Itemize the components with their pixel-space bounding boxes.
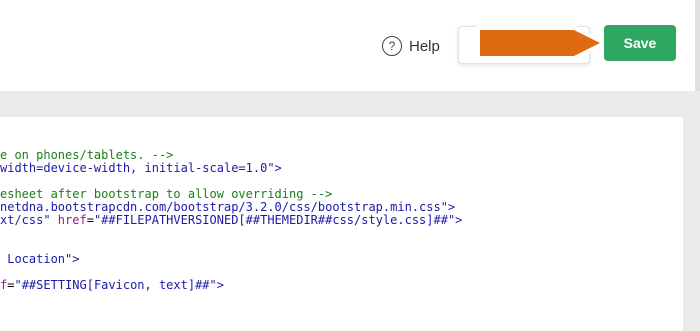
code-token: "> bbox=[440, 200, 456, 214]
code-token: width=device-width, initial-scale=1.0 bbox=[0, 161, 268, 175]
scrollbar[interactable] bbox=[695, 0, 700, 91]
code-token: href bbox=[57, 213, 87, 227]
code-line[interactable]: width=device-width, initial-scale=1.0"> bbox=[0, 162, 462, 175]
save-button[interactable]: Save bbox=[604, 25, 676, 61]
code-content[interactable]: e on phones/tablets. --> width=device-wid… bbox=[0, 149, 462, 292]
help-label: Help bbox=[409, 37, 440, 55]
top-toolbar: ? Help Save bbox=[0, 0, 700, 91]
code-token: > bbox=[455, 213, 463, 227]
code-token: e on phones/tablets. --> bbox=[0, 148, 174, 162]
code-editor[interactable]: e on phones/tablets. --> width=device-wid… bbox=[0, 117, 683, 331]
code-token: > bbox=[216, 278, 224, 292]
code-line[interactable]: xt/css" href="##FILEPATHVERSIONED[##THEM… bbox=[0, 214, 462, 227]
code-token: esheet after bootstrap to allow overridi… bbox=[0, 187, 333, 201]
code-token: = bbox=[86, 213, 94, 227]
orange-arrow-pointer bbox=[476, 26, 606, 60]
question-circle-icon: ? bbox=[382, 36, 402, 56]
code-token: "##FILEPATHVERSIONED[##THEMEDIR##css/sty… bbox=[93, 213, 456, 227]
help-button[interactable]: ? Help bbox=[382, 34, 440, 58]
code-token: xt/css" bbox=[0, 213, 58, 227]
code-token: "> bbox=[267, 161, 282, 175]
code-line[interactable]: f="##SETTING[Favicon, text]##"> bbox=[0, 279, 462, 292]
code-token: > bbox=[72, 252, 80, 266]
code-line[interactable] bbox=[0, 227, 462, 240]
code-line[interactable]: Location"> bbox=[0, 253, 462, 266]
code-token: "##SETTING[Favicon, text]##" bbox=[14, 278, 217, 292]
code-token: netdna.bootstrapcdn.com/bootstrap/3.2.0/… bbox=[0, 200, 441, 214]
code-token: Location" bbox=[0, 252, 73, 266]
